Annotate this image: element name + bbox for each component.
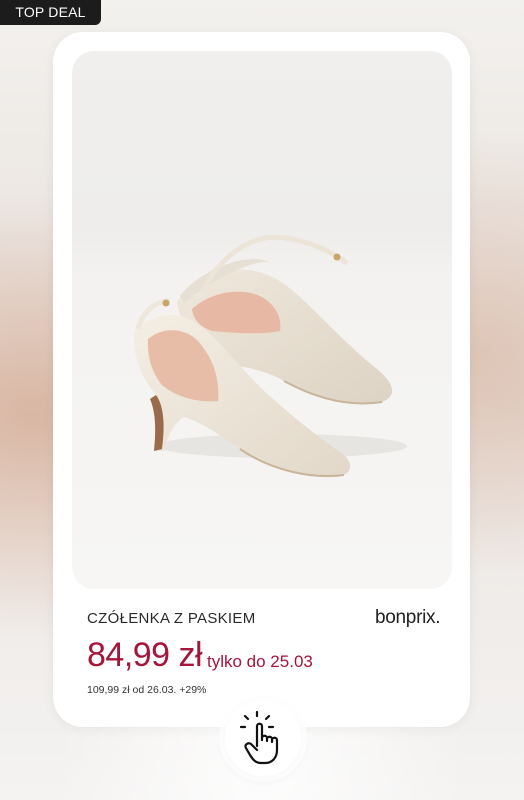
tap-cta-button[interactable] <box>225 700 301 776</box>
tap-hand-icon <box>239 710 279 765</box>
current-price: 84,99 zł <box>87 636 203 674</box>
product-title: CZÓŁENKA Z PASKIEM <box>87 610 256 627</box>
deal-validity-note: tylko do 25.03 <box>207 652 313 671</box>
regular-price-note: 109,99 zł od 26.03. +29% <box>87 684 207 696</box>
product-card[interactable]: CZÓŁENKA Z PASKIEM bonprix. 84,99 zł tyl… <box>53 32 470 727</box>
slingback-pumps-illustration <box>133 234 407 478</box>
product-image[interactable] <box>72 51 452 589</box>
ad-canvas: TOP DEAL CZÓŁENKA Z PASKIEM bonprix. 84,… <box>0 0 524 800</box>
brand-logo: bonprix. <box>375 607 441 628</box>
top-deal-badge: TOP DEAL <box>0 0 101 25</box>
